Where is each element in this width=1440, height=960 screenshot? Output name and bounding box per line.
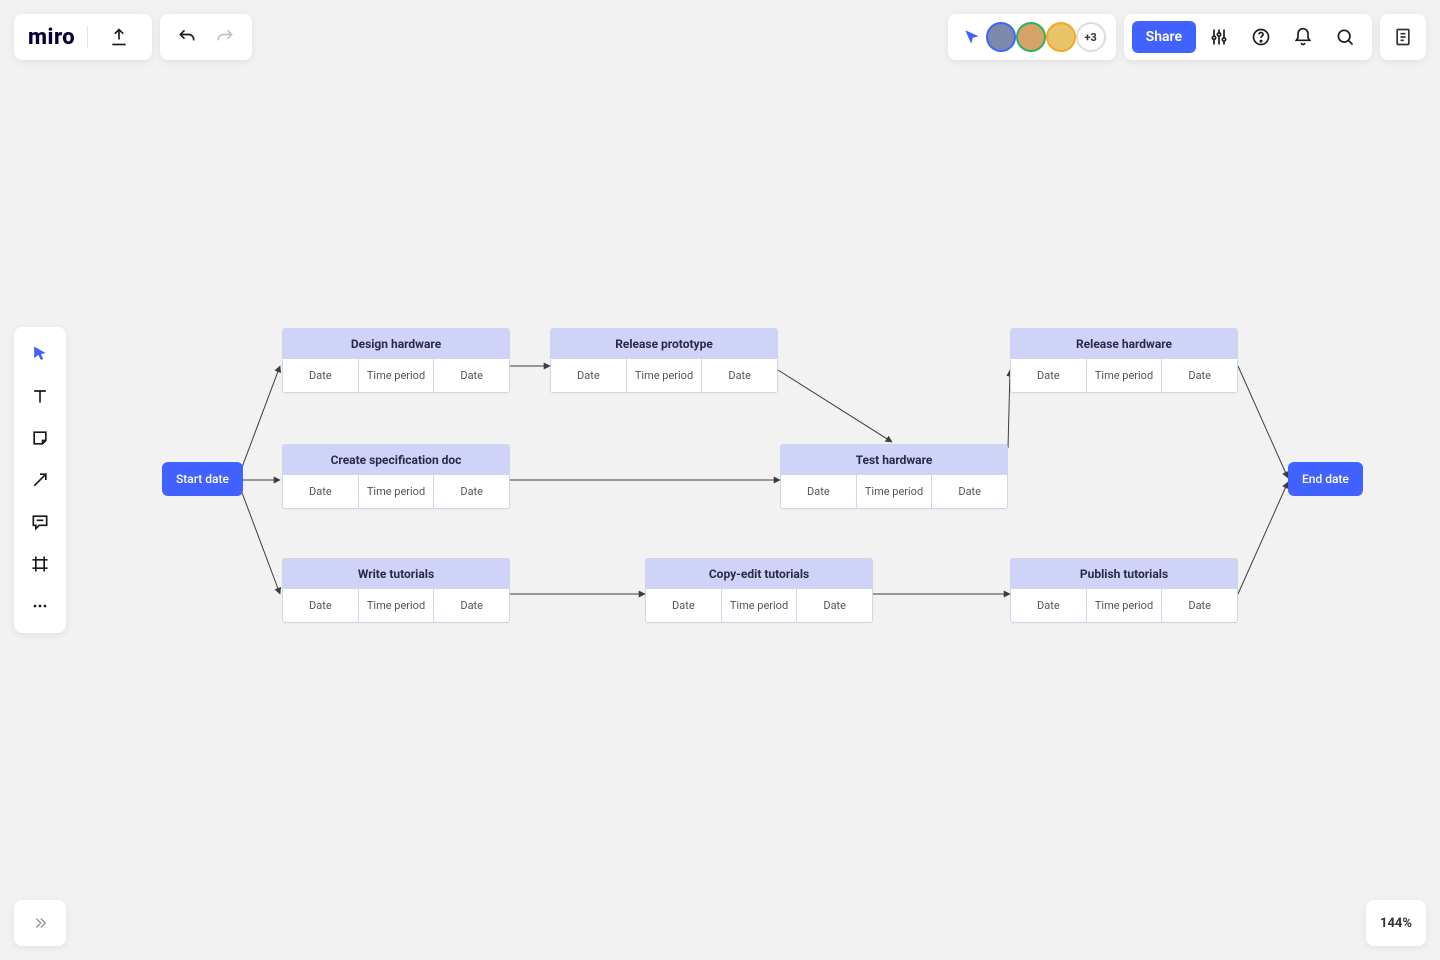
redo-button[interactable] [206,18,244,56]
logo-panel: miro [14,14,152,60]
settings-button[interactable] [1200,18,1238,56]
task-title: Release hardware [1011,329,1237,359]
sliders-icon [1209,27,1229,47]
task-cell-end: Date [797,589,872,622]
share-button[interactable]: Share [1132,21,1196,53]
app-logo[interactable]: miro [28,25,75,50]
task-title: Test hardware [781,445,1007,475]
task-title: Copy-edit tutorials [646,559,872,589]
redo-icon [215,27,235,47]
notes-button[interactable] [1380,14,1426,60]
export-button[interactable] [100,18,138,56]
task-title: Write tutorials [283,559,509,589]
task-cell-start: Date [283,475,359,508]
task-cell-start: Date [1011,589,1087,622]
task-release-prototype[interactable]: Release prototype Date Time period Date [550,328,778,393]
text-icon [30,386,50,406]
arrow-icon [30,470,50,490]
expand-toolbar-button[interactable] [14,900,66,946]
sticky-note-icon [30,428,50,448]
help-icon [1251,27,1271,47]
task-cell-duration: Time period [627,359,703,392]
task-cell-duration: Time period [722,589,798,622]
start-node[interactable]: Start date [162,462,243,496]
task-cell-start: Date [781,475,857,508]
task-write-tutorials[interactable]: Write tutorials Date Time period Date [282,558,510,623]
collaborators-panel: +3 [948,14,1116,60]
frame-icon [30,554,50,574]
zoom-value: 144% [1380,916,1412,931]
task-test-hardware[interactable]: Test hardware Date Time period Date [780,444,1008,509]
presentation-button[interactable] [958,18,986,56]
task-spec-doc[interactable]: Create specification doc Date Time perio… [282,444,510,509]
task-cell-end: Date [1162,589,1237,622]
task-cell-start: Date [283,589,359,622]
divider [87,26,88,48]
help-button[interactable] [1242,18,1280,56]
sticky-tool[interactable] [21,419,59,457]
zoom-indicator[interactable]: 144% [1366,900,1426,946]
task-cell-duration: Time period [857,475,933,508]
task-cell-end: Date [1162,359,1237,392]
task-cell-duration: Time period [359,359,435,392]
avatar[interactable] [1046,22,1076,52]
notes-icon [1393,27,1413,47]
task-cell-end: Date [434,589,509,622]
avatar[interactable] [1016,22,1046,52]
task-cell-end: Date [702,359,777,392]
bell-icon [1293,27,1313,47]
task-title: Design hardware [283,329,509,359]
task-cell-end: Date [932,475,1007,508]
task-cell-duration: Time period [359,589,435,622]
cursor-icon [30,344,50,364]
chevrons-right-icon [31,914,49,932]
end-node[interactable]: End date [1288,462,1363,496]
task-cell-duration: Time period [1087,589,1163,622]
canvas[interactable]: Start date End date Design hardware Date… [0,0,1440,960]
task-cell-start: Date [283,359,359,392]
task-title: Publish tutorials [1011,559,1237,589]
avatar[interactable] [986,22,1016,52]
arrow-tool[interactable] [21,461,59,499]
end-label: End date [1302,472,1349,486]
upload-icon [109,27,129,47]
task-publish-tutorials[interactable]: Publish tutorials Date Time period Date [1010,558,1238,623]
search-button[interactable] [1326,18,1364,56]
search-icon [1335,27,1355,47]
undo-redo-panel [160,14,252,60]
notifications-button[interactable] [1284,18,1322,56]
task-design-hardware[interactable]: Design hardware Date Time period Date [282,328,510,393]
comment-icon [30,512,50,532]
task-cell-duration: Time period [1087,359,1163,392]
undo-icon [177,27,197,47]
toolbar [14,327,66,633]
more-tools[interactable] [21,587,59,625]
task-cell-end: Date [434,359,509,392]
frame-tool[interactable] [21,545,59,583]
undo-button[interactable] [168,18,206,56]
avatar-overflow[interactable]: +3 [1076,22,1106,52]
comment-tool[interactable] [21,503,59,541]
share-label: Share [1146,29,1182,45]
task-cell-duration: Time period [359,475,435,508]
task-release-hardware[interactable]: Release hardware Date Time period Date [1010,328,1238,393]
avatar-overflow-count: +3 [1085,31,1097,44]
task-cell-start: Date [1011,359,1087,392]
cursor-flag-icon [963,28,981,46]
task-copy-edit-tutorials[interactable]: Copy-edit tutorials Date Time period Dat… [645,558,873,623]
actions-panel: Share [1124,14,1372,60]
text-tool[interactable] [21,377,59,415]
task-cell-end: Date [434,475,509,508]
task-title: Create specification doc [283,445,509,475]
task-cell-start: Date [551,359,627,392]
task-cell-start: Date [646,589,722,622]
select-tool[interactable] [21,335,59,373]
more-icon [30,596,50,616]
task-title: Release prototype [551,329,777,359]
start-label: Start date [176,472,229,486]
